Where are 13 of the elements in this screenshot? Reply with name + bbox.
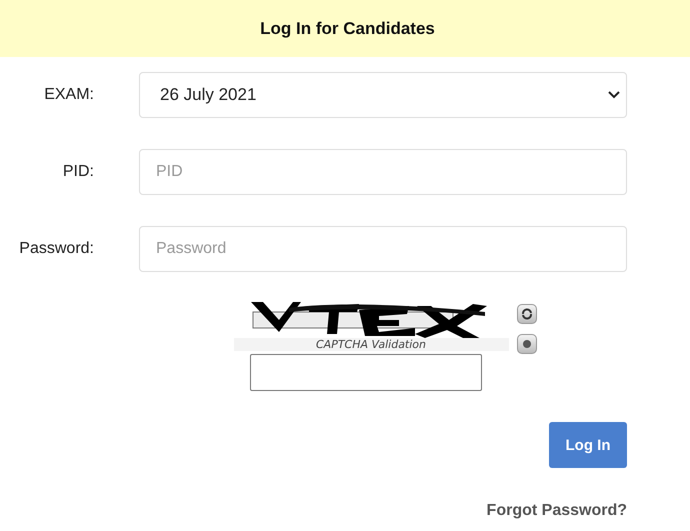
field-label: EXAM: xyxy=(43,86,94,104)
refresh-icon[interactable] xyxy=(516,304,536,324)
page-title: Log In for Candidates xyxy=(260,18,435,38)
exam-select[interactable]: 26 July 2021 xyxy=(139,72,627,118)
chevron-down-icon xyxy=(608,91,620,99)
field-label: PID: xyxy=(62,163,94,181)
field-label: Password: xyxy=(18,240,94,258)
password-field[interactable]: Password xyxy=(139,226,627,272)
captcha-caption: CAPTCHA Validation xyxy=(234,338,508,351)
captcha-field[interactable] xyxy=(250,354,482,391)
login-button[interactable]: Log In xyxy=(549,422,627,468)
forgot-password-link[interactable]: Forgot Password? xyxy=(486,502,627,520)
pid-field[interactable]: PID xyxy=(139,149,627,195)
